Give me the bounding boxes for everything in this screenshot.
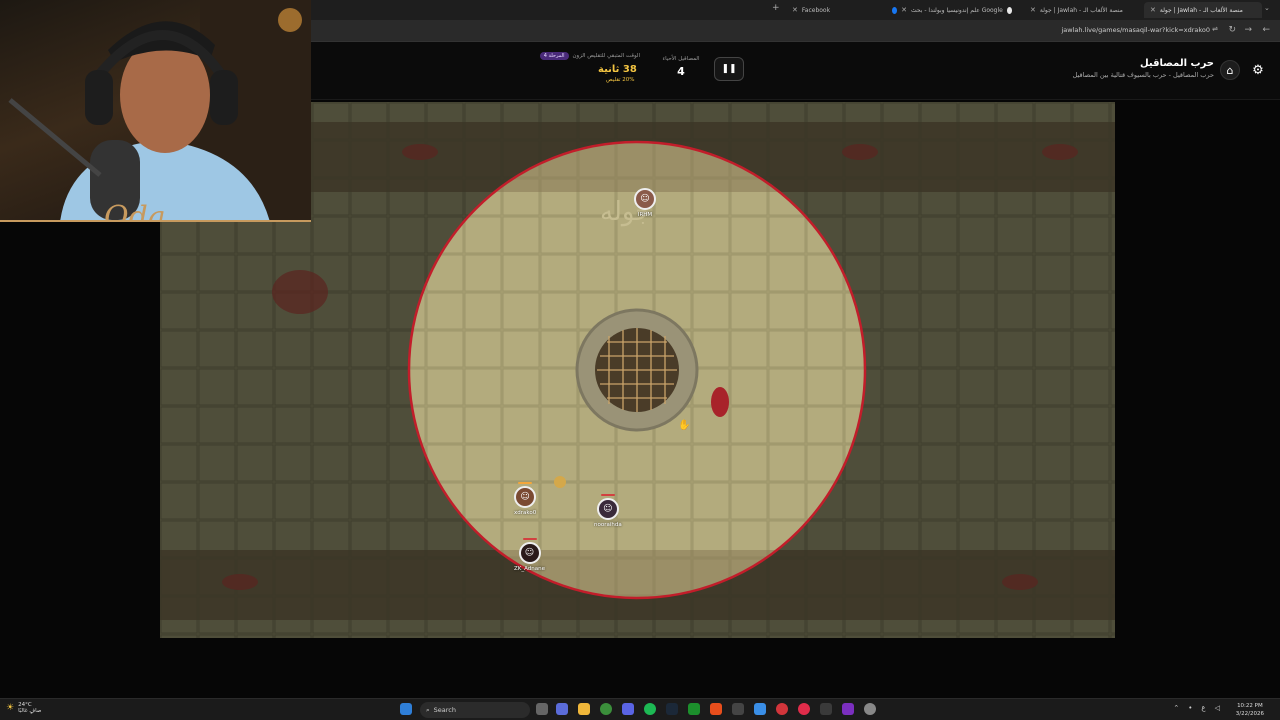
alive-counter: المصاقيل الأحياء 4 — [656, 56, 706, 78]
search-icon: ⌕ — [426, 705, 430, 714]
cursor-icon: ✋ — [678, 418, 690, 431]
app-icon[interactable] — [776, 703, 788, 715]
health-bar — [600, 494, 615, 496]
app-icon[interactable] — [842, 703, 854, 715]
player-nooraihda[interactable]: ☺ nooraihda — [594, 494, 622, 528]
close-icon[interactable]: ✕ — [901, 6, 907, 14]
file-explorer-icon[interactable] — [578, 703, 590, 715]
pause-button[interactable]: ❚❚ — [714, 57, 744, 81]
weather-desc: صافٍ غالبًا — [18, 708, 42, 714]
app-icon[interactable] — [556, 703, 568, 715]
windows-taskbar: ☀ 24°C صافٍ غالبًا ⌕ Search ⌃ • ع ◁ 10:2… — [0, 698, 1280, 720]
timer-value: 38 ثانية — [598, 64, 637, 75]
pause-icon: ❚❚ — [721, 64, 737, 74]
tab-facebook[interactable]: ✕ Facebook — [786, 2, 882, 18]
taskbar-clock[interactable]: 10:22 PM 3/22/2026 — [1236, 702, 1264, 718]
alive-label: المصاقيل الأحياء — [662, 56, 700, 62]
timer-label: الوقت المتبقي للتقليص الزون — [572, 53, 640, 59]
avatar: ☺ — [518, 542, 541, 564]
player-irhm[interactable]: ☺ IRHM — [634, 188, 656, 218]
close-icon[interactable]: ✕ — [1030, 6, 1036, 14]
chrome-icon[interactable] — [600, 703, 612, 715]
spotify-icon[interactable] — [644, 703, 656, 715]
player-name: xdrako0 — [514, 510, 537, 516]
close-icon[interactable]: ✕ — [1150, 6, 1156, 14]
volume-icon[interactable]: ◁ — [1215, 704, 1220, 712]
discord-icon[interactable] — [622, 703, 634, 715]
app-icon[interactable] — [820, 703, 832, 715]
streamer-figure — [8, 0, 311, 220]
screen: + ✕ Facebook ✕ علم إندونيسيا وبولندا - ب… — [0, 0, 1280, 720]
health-bar — [522, 538, 537, 540]
player-name: nooraihda — [594, 522, 622, 528]
back-icon[interactable]: ← — [1262, 25, 1270, 35]
chevron-up-icon[interactable]: ⌃ — [1173, 704, 1179, 712]
stage-badge: المرحلة 4 — [539, 52, 569, 60]
health-bar — [518, 482, 533, 484]
home-button[interactable]: ⌂ — [1220, 60, 1240, 80]
page-subtitle: حرب المصاقيل - حرب بالسيوف قتالية بين ال… — [1072, 71, 1214, 79]
mic-icon[interactable]: • — [1188, 704, 1192, 712]
tab-jawlah-1[interactable]: ✕ جولة | Jawlah - منصة الألعاب الـ — [1024, 2, 1142, 18]
avatar: ☺ — [596, 498, 619, 520]
player-zk-adnane[interactable]: ☺ ZK_Adnane — [514, 538, 545, 572]
windows-start-icon[interactable] — [400, 703, 412, 715]
home-icon: ⌂ — [1226, 63, 1234, 77]
app-icon[interactable] — [754, 703, 766, 715]
language-icon[interactable]: ع — [1201, 704, 1205, 712]
avatar: ☺ — [514, 486, 537, 508]
youtube-icon[interactable] — [798, 703, 810, 715]
streamer-signature-logo: Oda — [104, 200, 166, 222]
gear-icon: ⚙ — [1252, 62, 1264, 78]
weather-widget[interactable]: ☀ 24°C صافٍ غالبًا — [6, 702, 41, 714]
settings-app-icon[interactable] — [864, 703, 876, 715]
url-field[interactable]: jawlah.live/games/masaqil-war?kick=xdrak… — [1061, 26, 1210, 34]
player-xdrako0[interactable]: ☺ xdrako0 — [514, 482, 536, 516]
tab-google-search[interactable]: ✕ علم إندونيسيا وبولندا - بحث Google — [886, 2, 1018, 18]
close-icon[interactable]: ✕ — [792, 6, 798, 14]
zone-timer: الوقت المتبقي للتقليص الزون المرحلة 4 38… — [520, 52, 640, 83]
chevron-down-icon[interactable]: ⌄ — [1264, 4, 1270, 12]
settings-button[interactable]: ⚙ — [1248, 60, 1268, 80]
google-icon — [1006, 6, 1012, 14]
tab-jawlah-active[interactable]: ✕ جولة | Jawlah - منصة الألعاب الـ — [1144, 2, 1262, 18]
reload-icon[interactable]: ↻ — [1228, 25, 1236, 35]
webcam-overlay: Oda — [0, 0, 311, 222]
shrink-text: 20% تقليص — [606, 77, 635, 83]
player-name: ZK_Adnane — [514, 566, 546, 572]
site-settings-icon[interactable]: ⇌ — [1212, 25, 1218, 33]
taskbar-search[interactable]: ⌕ Search — [420, 702, 530, 718]
task-view-icon[interactable] — [536, 703, 548, 715]
alive-count: 4 — [677, 65, 685, 78]
game-title-block: حرب المصاقيل حرب المصاقيل - حرب بالسيوف … — [1073, 58, 1214, 79]
app-icon[interactable] — [732, 703, 744, 715]
page-title: حرب المصاقيل — [1139, 58, 1214, 69]
steam-icon[interactable] — [666, 703, 678, 715]
app-icon[interactable] — [710, 703, 722, 715]
coin-pickup — [554, 476, 566, 488]
new-tab-icon[interactable]: + — [772, 3, 780, 13]
xbox-icon[interactable] — [688, 703, 700, 715]
facebook-icon — [892, 6, 898, 14]
player-name: IRHM — [637, 212, 653, 218]
system-tray: ⌃ • ع ◁ — [1173, 704, 1220, 712]
forward-icon[interactable]: → — [1244, 25, 1252, 35]
weather-icon: ☀ — [6, 703, 15, 713]
avatar: ☺ — [634, 188, 656, 210]
